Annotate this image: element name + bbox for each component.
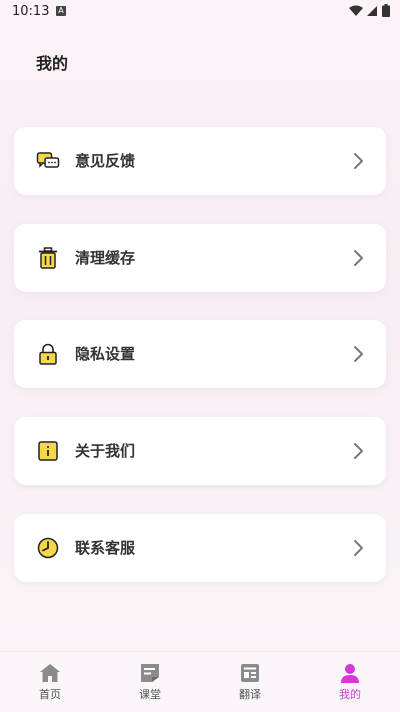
signal-icon [367, 5, 377, 16]
clock-icon [37, 537, 59, 559]
chat-bubbles-icon [36, 152, 60, 168]
tab-classroom-label: 课堂 [139, 688, 161, 701]
privacy-settings-item[interactable]: 隐私设置 [14, 320, 386, 388]
contact-service-item[interactable]: 联系客服 [14, 514, 386, 582]
person-icon [341, 664, 359, 683]
about-us-item[interactable]: 关于我们 [14, 417, 386, 485]
wifi-icon [349, 5, 363, 16]
bottom-tab-bar: 首页 课堂 翻译 我的 [0, 651, 400, 712]
status-time: 10:13 [12, 4, 50, 19]
status-bar: 10:13 A [0, 0, 400, 24]
feedback-item[interactable]: 意见反馈 [14, 127, 386, 195]
tab-classroom[interactable]: 课堂 [100, 656, 200, 708]
note-icon [141, 664, 159, 682]
clear-cache-label: 清理缓存 [75, 249, 136, 267]
trash-icon [39, 247, 57, 269]
contact-service-label: 联系客服 [75, 539, 136, 557]
tab-mine[interactable]: 我的 [300, 656, 400, 708]
chevron-right-icon [354, 250, 363, 266]
info-icon [38, 441, 58, 461]
chevron-right-icon [354, 540, 363, 556]
privacy-settings-label: 隐私设置 [75, 345, 136, 363]
tab-translate[interactable]: 翻译 [200, 656, 300, 708]
feedback-label: 意见反馈 [75, 152, 136, 170]
tab-home[interactable]: 首页 [0, 656, 100, 708]
translate-icon [241, 664, 259, 682]
notification-a-icon: A [56, 6, 66, 16]
battery-icon [382, 4, 390, 17]
lock-icon [39, 343, 57, 365]
home-icon [40, 664, 60, 682]
clear-cache-item[interactable]: 清理缓存 [14, 224, 386, 292]
page-title: 我的 [36, 54, 69, 73]
chevron-right-icon [354, 443, 363, 459]
tab-translate-label: 翻译 [239, 688, 261, 701]
about-us-label: 关于我们 [75, 442, 136, 460]
status-icons [349, 4, 390, 17]
chevron-right-icon [354, 153, 363, 169]
tab-home-label: 首页 [39, 688, 61, 701]
chevron-right-icon [354, 346, 363, 362]
tab-mine-label: 我的 [339, 688, 361, 701]
